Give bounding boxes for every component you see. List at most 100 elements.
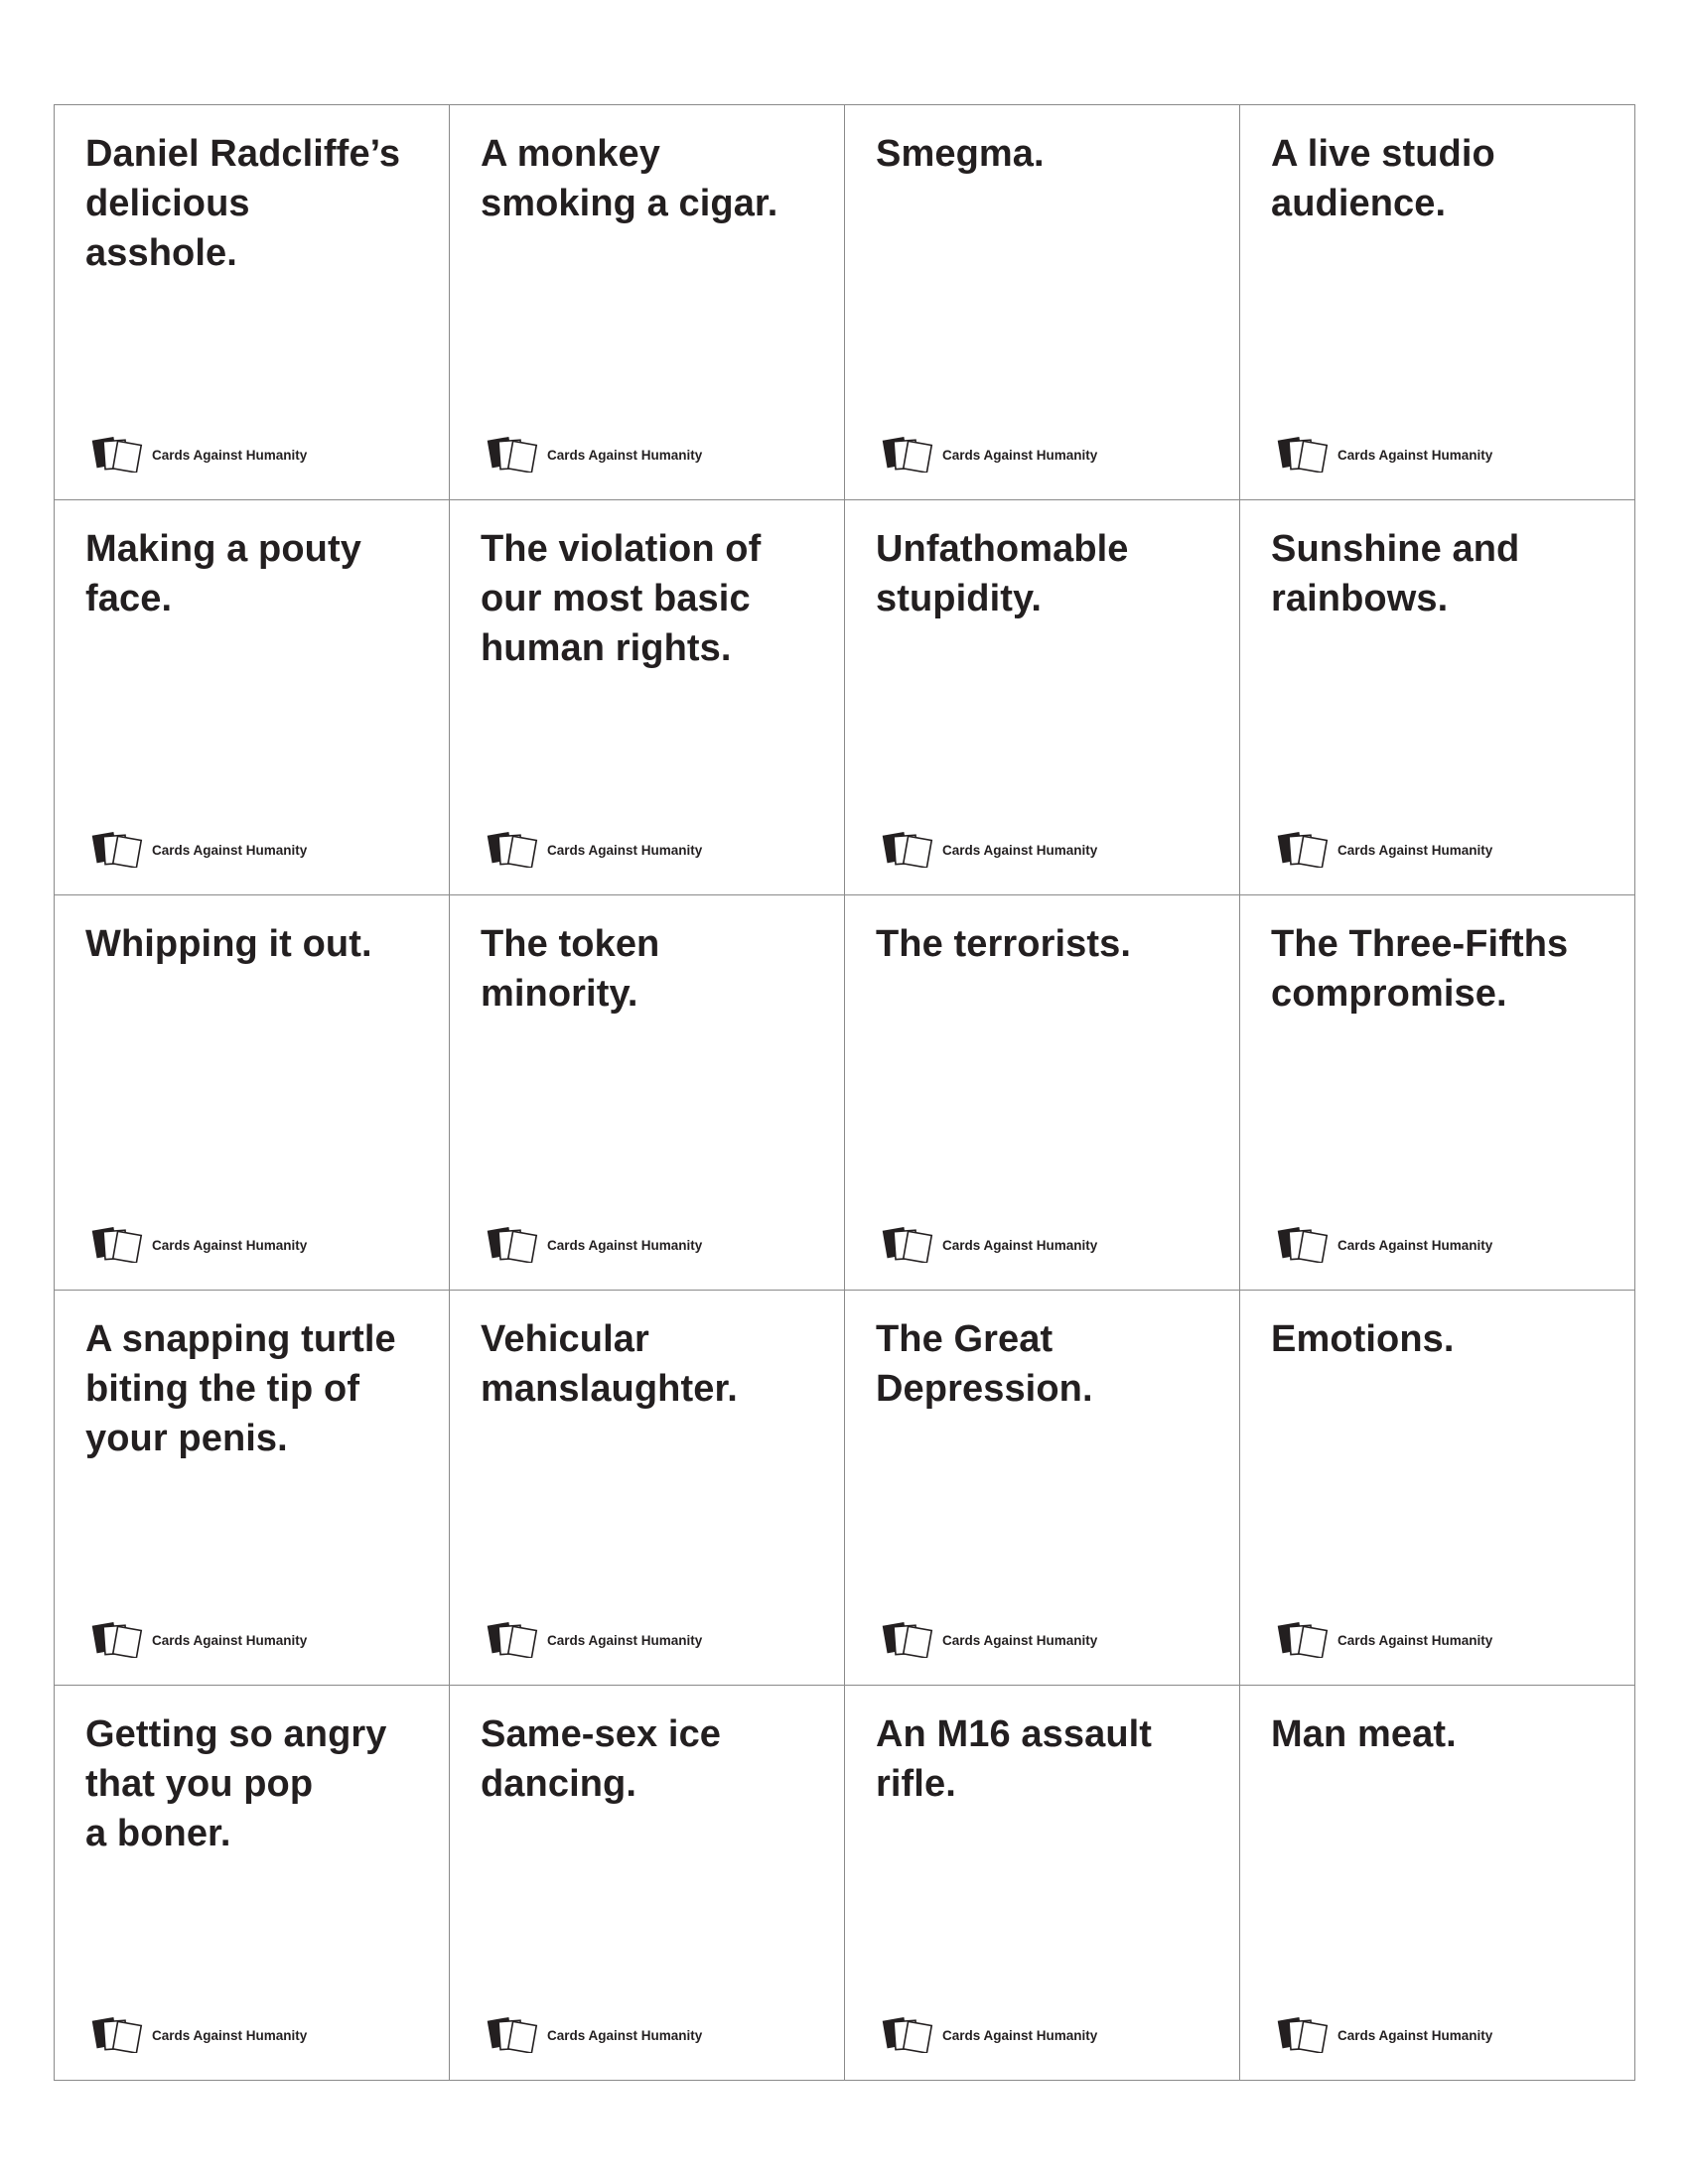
card: Emotions. Cards Against Humanity	[1240, 1291, 1635, 1686]
cards-logo-icon	[882, 1226, 933, 1263]
card-text: Man meat.	[1271, 1713, 1457, 1755]
card-text: Vehicular manslaughter.	[481, 1318, 738, 1410]
card-brand: Cards Against Humanity	[879, 2015, 1098, 2053]
card-brand: Cards Against Humanity	[879, 830, 1098, 868]
card: Vehicular manslaughter. Cards Against Hum…	[450, 1291, 845, 1686]
cards-logo-icon	[91, 831, 143, 868]
brand-label: Cards Against Humanity	[942, 1632, 1098, 1648]
card-text: Same-sex ice dancing.	[481, 1713, 722, 1805]
card: Whipping it out. Cards Against Humanity	[55, 895, 450, 1291]
brand-label: Cards Against Humanity	[547, 447, 703, 463]
card-text: A live studio audience.	[1271, 133, 1495, 224]
card-text: The Great Depression.	[876, 1318, 1093, 1410]
cards-logo-icon	[882, 436, 933, 473]
cards-logo-icon	[1277, 831, 1329, 868]
card: An M16 assault rifle. Cards Against Human…	[845, 1686, 1240, 2081]
card: Daniel Radcliffe’s delicious asshole. Car…	[55, 105, 450, 500]
card-text: The token minority.	[481, 923, 660, 1015]
card: The Three-Fifths compromise. Cards Agains…	[1240, 895, 1635, 1291]
brand-label: Cards Against Humanity	[1337, 1237, 1493, 1253]
card: Unfathomable stupidity. Cards Against Hum…	[845, 500, 1240, 895]
card-text: Emotions.	[1271, 1318, 1455, 1360]
card-text: Whipping it out.	[85, 923, 372, 965]
brand-label: Cards Against Humanity	[547, 1632, 703, 1648]
card: A snapping turtle biting the tip of your…	[55, 1291, 450, 1686]
brand-label: Cards Against Humanity	[1337, 2027, 1493, 2043]
card: Same-sex ice dancing. Cards Against Human…	[450, 1686, 845, 2081]
card-brand: Cards Against Humanity	[1274, 2015, 1493, 2053]
brand-label: Cards Against Humanity	[942, 842, 1098, 858]
cards-logo-icon	[1277, 1226, 1329, 1263]
cards-logo-icon	[882, 2016, 933, 2053]
card-text: Unfathomable stupidity.	[876, 528, 1129, 619]
brand-label: Cards Against Humanity	[1337, 447, 1493, 463]
card-brand: Cards Against Humanity	[484, 830, 703, 868]
brand-label: Cards Against Humanity	[547, 1237, 703, 1253]
card-sheet: Daniel Radcliffe’s delicious asshole. Car…	[54, 104, 1635, 2081]
brand-label: Cards Against Humanity	[152, 1237, 308, 1253]
card: The token minority. Cards Against Humanit…	[450, 895, 845, 1291]
brand-label: Cards Against Humanity	[1337, 842, 1493, 858]
brand-label: Cards Against Humanity	[152, 842, 308, 858]
brand-label: Cards Against Humanity	[152, 1632, 308, 1648]
card-brand: Cards Against Humanity	[1274, 1225, 1493, 1263]
card: A monkey smoking a cigar. Cards Against H…	[450, 105, 845, 500]
card-brand: Cards Against Humanity	[88, 1225, 308, 1263]
cards-logo-icon	[487, 831, 538, 868]
cards-logo-icon	[1277, 2016, 1329, 2053]
card: Getting so angry that you pop a boner. Ca…	[55, 1686, 450, 2081]
card-text: Getting so angry that you pop a boner.	[85, 1713, 387, 1854]
card-brand: Cards Against Humanity	[88, 2015, 308, 2053]
cards-logo-icon	[487, 436, 538, 473]
card-text: An M16 assault rifle.	[876, 1713, 1153, 1805]
brand-label: Cards Against Humanity	[942, 447, 1098, 463]
cards-logo-icon	[1277, 436, 1329, 473]
card: Sunshine and rainbows. Cards Against Huma…	[1240, 500, 1635, 895]
brand-label: Cards Against Humanity	[152, 2027, 308, 2043]
cards-logo-icon	[487, 1621, 538, 1658]
brand-label: Cards Against Humanity	[1337, 1632, 1493, 1648]
card-brand: Cards Against Humanity	[879, 435, 1098, 473]
card-brand: Cards Against Humanity	[484, 2015, 703, 2053]
card-text: Making a pouty face.	[85, 528, 361, 619]
cards-logo-icon	[487, 1226, 538, 1263]
card-text: Smegma.	[876, 133, 1045, 175]
cards-logo-icon	[882, 831, 933, 868]
cards-logo-icon	[91, 1226, 143, 1263]
card-brand: Cards Against Humanity	[879, 1620, 1098, 1658]
card: The terrorists. Cards Against Humanity	[845, 895, 1240, 1291]
card-text: A snapping turtle biting the tip of your…	[85, 1318, 396, 1459]
card-text: The terrorists.	[876, 923, 1132, 965]
cards-logo-icon	[91, 2016, 143, 2053]
card: Making a pouty face. Cards Against Humani…	[55, 500, 450, 895]
brand-label: Cards Against Humanity	[152, 447, 308, 463]
card-brand: Cards Against Humanity	[88, 1620, 308, 1658]
card-brand: Cards Against Humanity	[1274, 830, 1493, 868]
brand-label: Cards Against Humanity	[942, 2027, 1098, 2043]
card-text: Sunshine and rainbows.	[1271, 528, 1520, 619]
brand-label: Cards Against Humanity	[942, 1237, 1098, 1253]
card-brand: Cards Against Humanity	[879, 1225, 1098, 1263]
card: A live studio audience. Cards Against Hum…	[1240, 105, 1635, 500]
cards-logo-icon	[882, 1621, 933, 1658]
card-brand: Cards Against Humanity	[1274, 1620, 1493, 1658]
brand-label: Cards Against Humanity	[547, 842, 703, 858]
card-brand: Cards Against Humanity	[1274, 435, 1493, 473]
card-text: Daniel Radcliffe’s delicious asshole.	[85, 133, 401, 274]
card-brand: Cards Against Humanity	[484, 435, 703, 473]
card-brand: Cards Against Humanity	[88, 830, 308, 868]
card-text: A monkey smoking a cigar.	[481, 133, 778, 224]
card-brand: Cards Against Humanity	[88, 435, 308, 473]
brand-label: Cards Against Humanity	[547, 2027, 703, 2043]
card-brand: Cards Against Humanity	[484, 1225, 703, 1263]
card-brand: Cards Against Humanity	[484, 1620, 703, 1658]
card: The violation of our most basic human ri…	[450, 500, 845, 895]
card: Smegma. Cards Against Humanity	[845, 105, 1240, 500]
cards-logo-icon	[1277, 1621, 1329, 1658]
cards-logo-icon	[487, 2016, 538, 2053]
card-text: The violation of our most basic human ri…	[481, 528, 762, 669]
cards-logo-icon	[91, 436, 143, 473]
card-text: The Three-Fifths compromise.	[1271, 923, 1569, 1015]
cards-logo-icon	[91, 1621, 143, 1658]
card: Man meat. Cards Against Humanity	[1240, 1686, 1635, 2081]
